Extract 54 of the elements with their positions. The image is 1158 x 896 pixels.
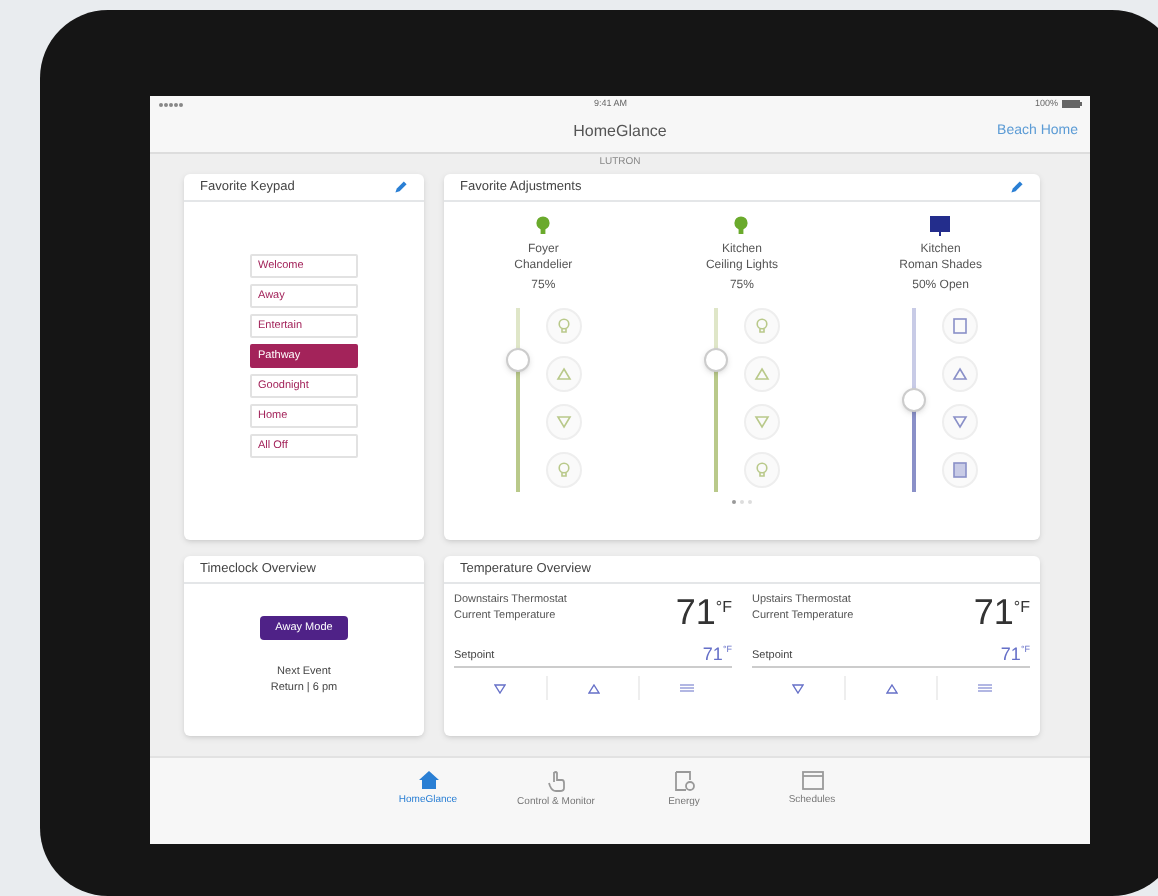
slider-track[interactable] <box>902 308 927 492</box>
lines-icon <box>679 684 694 692</box>
lines-icon <box>977 684 992 692</box>
bulb-icon <box>753 318 770 334</box>
triangle-up-icon <box>753 366 770 382</box>
raise-button[interactable] <box>743 356 780 392</box>
triangle-down-icon <box>791 683 804 693</box>
temperature-unit: °F <box>1013 596 1030 620</box>
temperature-unit: °F <box>715 596 732 620</box>
triangle-down-icon <box>753 414 770 430</box>
bulb-icon <box>536 216 551 236</box>
triangle-up-icon <box>587 683 599 693</box>
bulb-button[interactable] <box>743 452 780 488</box>
triangle-down-icon <box>952 414 969 430</box>
calendar-icon <box>801 770 823 790</box>
square-icon <box>952 462 969 478</box>
pencil-icon[interactable] <box>1010 180 1024 194</box>
battery-icon <box>1062 100 1082 108</box>
shade-icon <box>930 216 951 236</box>
hand-icon <box>545 770 567 792</box>
open-button[interactable] <box>942 308 979 344</box>
raise-button[interactable] <box>545 356 582 392</box>
raise-button[interactable] <box>942 356 979 392</box>
triangle-up-icon <box>885 683 897 693</box>
home-icon <box>417 770 439 790</box>
current-temperature: 71 <box>675 592 716 632</box>
bulb-icon <box>753 462 770 478</box>
slider-thumb[interactable] <box>902 388 927 412</box>
lower-button[interactable] <box>545 404 582 440</box>
slider-track[interactable] <box>505 308 530 492</box>
triangle-up-icon <box>555 366 572 382</box>
bulb-button[interactable] <box>545 308 582 344</box>
slider-thumb[interactable] <box>505 348 530 372</box>
lower-button[interactable] <box>743 404 780 440</box>
setpoint-value: 71 <box>702 644 723 664</box>
bulb-icon <box>555 462 572 478</box>
lower-button[interactable] <box>942 404 979 440</box>
bulb-button[interactable] <box>743 308 780 344</box>
triangle-up-icon <box>952 366 969 382</box>
close-button[interactable] <box>942 452 979 488</box>
app-title: HomeGlance <box>573 120 667 144</box>
triangle-down-icon <box>493 683 506 693</box>
current-temperature: 71 <box>973 592 1014 632</box>
triangle-down-icon <box>555 414 572 430</box>
pencil-icon[interactable] <box>394 180 408 194</box>
bulb-button[interactable] <box>545 452 582 488</box>
signal-icon <box>158 101 186 107</box>
chart-icon <box>673 770 695 792</box>
square-icon <box>952 318 969 334</box>
bulb-icon <box>734 216 749 236</box>
slider-track[interactable] <box>703 308 728 492</box>
bulb-icon <box>555 318 572 334</box>
setpoint-value: 71 <box>1000 644 1021 664</box>
slider-thumb[interactable] <box>703 348 728 372</box>
